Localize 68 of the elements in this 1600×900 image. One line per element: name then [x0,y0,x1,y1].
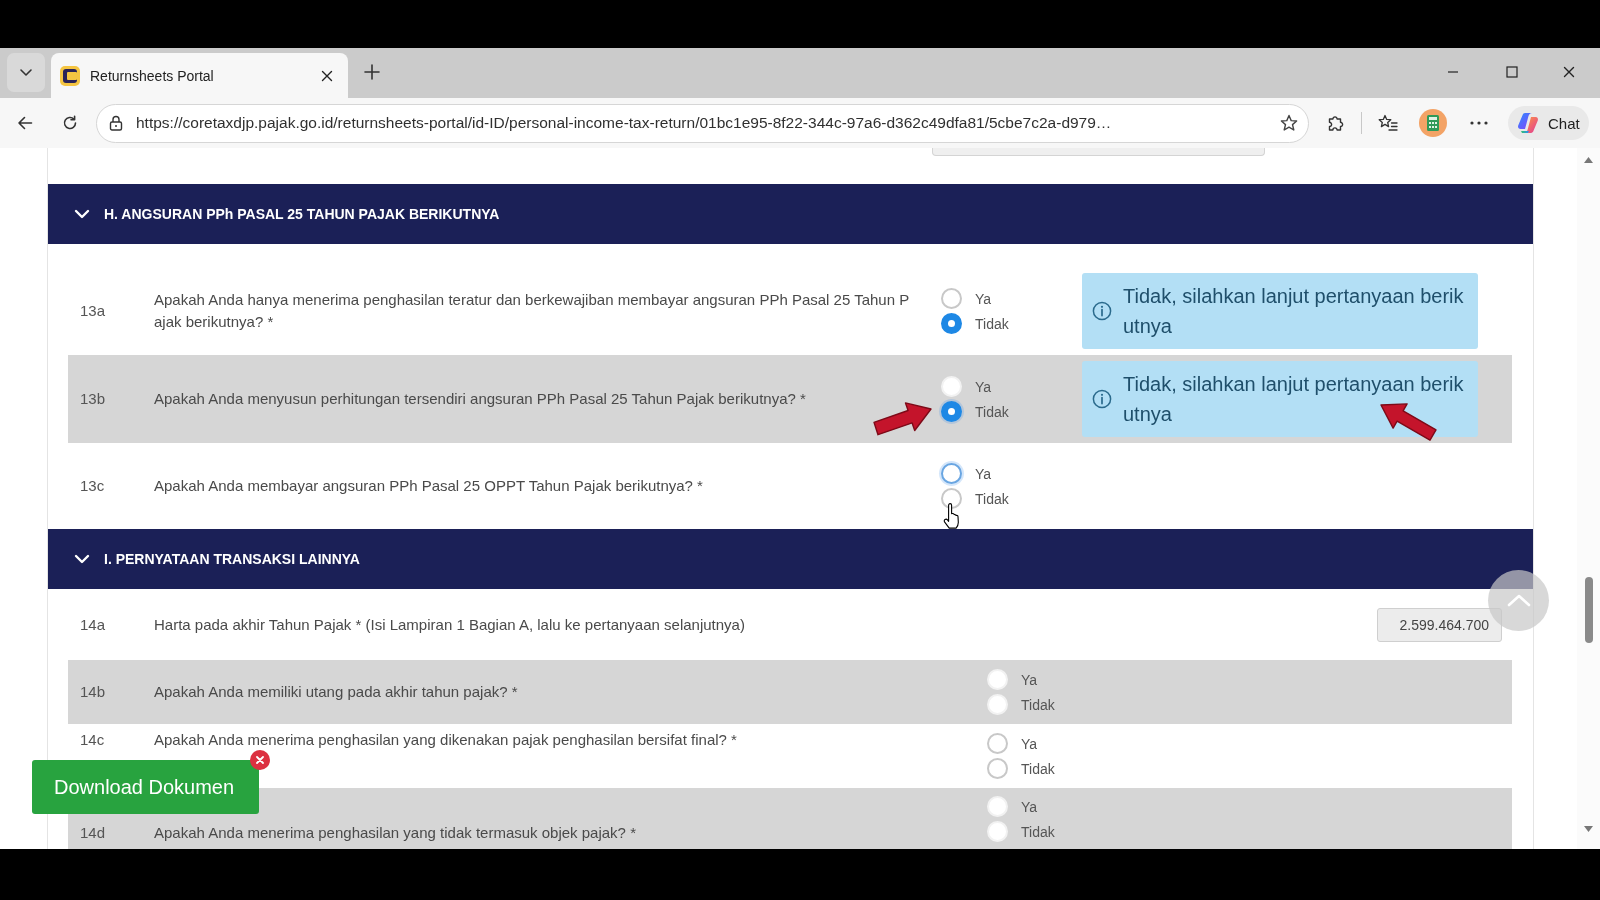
question-number: 14a [80,614,107,635]
tab-list-button[interactable] [7,53,45,92]
scrollbar-thumb[interactable] [1585,577,1593,643]
plus-icon[interactable] [364,64,380,80]
question-text: Apakah Anda hanya menerima penghasilan teratur dan berkewajiban membayar angsuran PPh Pasal 25 Tahun Pajak berikutnya? * [154,290,911,332]
lock-icon[interactable] [109,115,123,131]
info-icon [1092,389,1112,409]
question-number: 14d [80,823,107,843]
more-icon[interactable] [1470,121,1488,125]
colorful-logo-icon [1517,112,1539,134]
calculator-icon[interactable] [1419,109,1447,137]
radio-button[interactable] [941,401,962,422]
browser-tab[interactable]: Returnsheets Portal [51,53,348,98]
radio-button[interactable] [941,288,962,309]
section-title: I. PERNYATAAN TRANSAKSI LAINNYA [104,551,360,567]
star-list-icon[interactable] [1378,114,1398,132]
radio-label[interactable]: Ya [1021,798,1038,815]
puzzle-icon[interactable] [1327,114,1345,132]
close-icon[interactable] [1563,66,1575,78]
chevron-down-icon[interactable] [74,209,90,219]
section-title: H. ANGSURAN PPh PASAL 25 TAHUN PAJAK BERIKUTNYA [104,206,500,222]
chevron-up-icon [1506,594,1531,607]
radio-label[interactable]: Tidak [975,315,1009,332]
question-number: 13a [80,301,107,321]
scrollbar[interactable] [1577,148,1600,849]
radio-label[interactable]: Tidak [975,490,1009,507]
radio-button[interactable] [987,758,1008,779]
radio-label[interactable]: Ya [975,465,992,482]
star-icon[interactable] [1280,114,1298,132]
address-bar[interactable]: https://coretaxdjp.pajak.go.id/returnsheets-portal/id-ID/personal-income-tax-return/01bc1e95-8f22-344c-97a6-d362c49dfa81/5cbe7c2a-d979… [96,103,1309,143]
info-icon [1092,301,1112,321]
info-text: Tidak, silahkan lanjut pertanyaan berikutnya [1123,284,1465,339]
radio-label[interactable]: Ya [975,290,992,307]
question-text: Apakah Anda membayar angsuran PPh Pasal 25 OPPT Tahun Pajak berikutnya? * [154,476,704,496]
radio-label[interactable]: Ya [975,378,992,395]
question-number: 14c [80,730,106,750]
radio-label[interactable]: Tidak [1021,696,1055,713]
chat-button[interactable]: Chat [1508,106,1589,140]
triangle-down-icon[interactable] [1584,826,1593,832]
question-text: Apakah Anda memiliki utang pada akhir tahun pajak? * [154,682,519,702]
radio-label[interactable]: Tidak [1021,760,1055,777]
question-text: Apakah Anda menerima penghasilan yang dikenakan pajak penghasilan bersifat final? * [154,730,738,750]
back-arrow-icon[interactable] [17,115,33,131]
question-number: 14b [80,682,107,702]
radio-label[interactable]: Ya [1021,671,1038,688]
maximize-icon[interactable] [1506,66,1518,78]
question-text: Apakah Anda menerima penghasilan yang tidak termasuk objek pajak? * [154,823,637,843]
question-number: 13b [80,389,107,409]
radio-label[interactable]: Ya [1021,735,1038,752]
radio-button[interactable] [941,463,962,484]
input-field[interactable] [932,148,1265,156]
radio-label[interactable]: Tidak [1021,823,1055,840]
radio-button[interactable] [987,733,1008,754]
section-header[interactable]: I. PERNYATAAN TRANSAKSI LAINNYA [48,529,1533,589]
chevron-down-icon[interactable] [74,554,90,564]
question-number: 13c [80,476,106,496]
triangle-up-icon[interactable] [1584,157,1593,163]
question-text: Harta pada akhir Tahun Pajak * (Isi Lampiran 1 Bagian A, lalu ke pertanyaan selanjutnya) [154,614,746,635]
reload-icon[interactable] [62,115,78,131]
radio-button[interactable] [941,313,962,334]
square-logo-icon [60,65,80,86]
info-text: Tidak, silahkan lanjut pertanyaan berikutnya [1123,372,1465,427]
question-text: Apakah Anda menyusun perhitungan tersendiri angsuran PPh Pasal 25 Tahun Pajak berikutnya? * [154,389,807,409]
section-header[interactable]: H. ANGSURAN PPh PASAL 25 TAHUN PAJAK BERIKUTNYA [48,184,1533,244]
close-icon[interactable] [321,69,333,82]
radio-label[interactable]: Tidak [975,403,1009,420]
chevron-down-icon [19,68,33,77]
amount-field[interactable]: 2.599.464.700 [1377,607,1502,642]
